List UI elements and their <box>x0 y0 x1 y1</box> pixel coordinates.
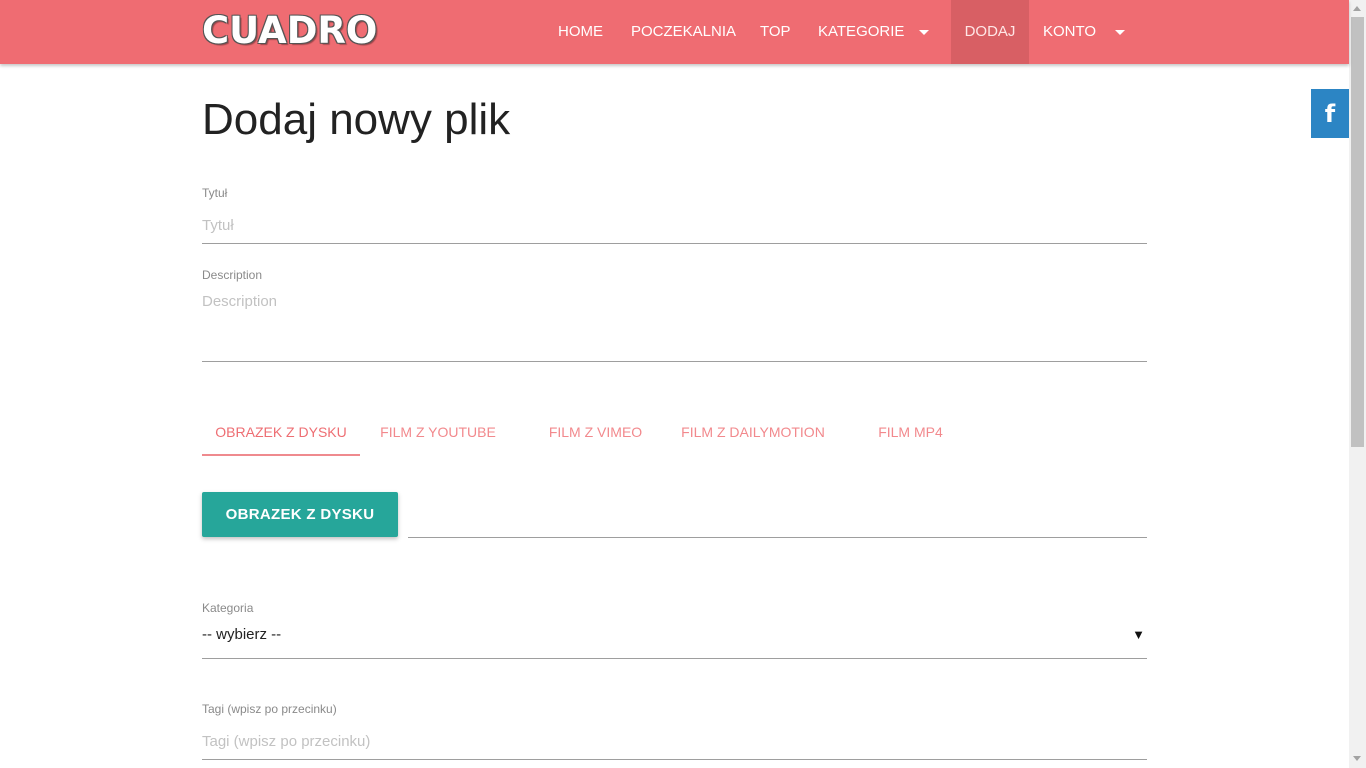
page: CUADRO HOME POCZEKALNIA TOP KATEGORIE DO… <box>0 0 1366 768</box>
nav-poczekalnia[interactable]: POCZEKALNIA <box>631 0 736 64</box>
tags-label: Tagi (wpisz po przecinku) <box>202 702 337 716</box>
scroll-up-icon[interactable] <box>1353 6 1361 11</box>
tab-film-z-dailymotion[interactable]: FILM Z DAILYMOTION <box>674 408 832 456</box>
nav-top[interactable]: TOP <box>760 0 791 64</box>
facebook-glyph: f <box>1324 99 1336 128</box>
page-title: Dodaj nowy plik <box>202 95 511 144</box>
scrollbar-thumb[interactable] <box>1351 17 1364 447</box>
facebook-icon[interactable]: f <box>1311 89 1349 138</box>
tab-obrazek-z-dysku[interactable]: OBRAZEK Z DYSKU <box>202 408 360 456</box>
title-input[interactable] <box>202 207 1147 244</box>
nav-dodaj[interactable]: DODAJ <box>951 0 1029 64</box>
category-select[interactable]: -- wybierz -- ▼ <box>202 622 1147 659</box>
tab-film-z-vimeo[interactable]: FILM Z VIMEO <box>517 408 674 456</box>
category-selected-value: -- wybierz -- <box>202 626 282 643</box>
tags-input[interactable] <box>202 723 1147 760</box>
tab-film-mp4[interactable]: FILM MP4 <box>832 408 989 456</box>
kategorie-dropdown-icon[interactable] <box>919 30 929 35</box>
active-tab-indicator <box>202 454 360 456</box>
tab-film-z-youtube[interactable]: FILM Z YOUTUBE <box>360 408 516 456</box>
konto-dropdown-icon[interactable] <box>1115 30 1125 35</box>
dropdown-arrow-icon[interactable]: ▼ <box>1132 622 1145 648</box>
nav-home[interactable]: HOME <box>558 0 603 64</box>
file-path-input[interactable] <box>408 500 1147 538</box>
title-label: Tytuł <box>202 186 228 200</box>
upload-file-button[interactable]: OBRAZEK Z DYSKU <box>202 492 398 537</box>
nav-konto[interactable]: KONTO <box>1043 0 1096 64</box>
category-label: Kategoria <box>202 601 254 615</box>
description-label: Description <box>202 268 263 282</box>
vertical-scrollbar[interactable] <box>1349 0 1366 768</box>
top-navbar: CUADRO HOME POCZEKALNIA TOP KATEGORIE DO… <box>0 0 1349 64</box>
scroll-down-icon[interactable] <box>1353 756 1361 761</box>
site-logo[interactable]: CUADRO <box>202 8 377 54</box>
description-textarea[interactable] <box>202 291 1147 362</box>
nav-kategorie[interactable]: KATEGORIE <box>818 0 904 64</box>
